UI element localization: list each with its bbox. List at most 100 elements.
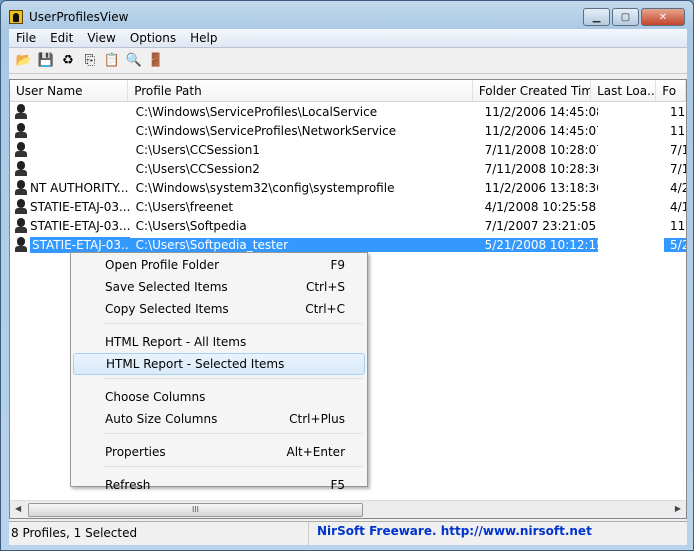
context-item-shortcut: F5	[330, 478, 345, 492]
context-item-choose-columns[interactable]: Choose Columns	[73, 386, 365, 408]
context-item-refresh[interactable]: Refresh F5	[73, 474, 365, 496]
context-menu: Open Profile Folder F9 Save Selected Items…	[70, 252, 368, 492]
copy-icon[interactable]: ⎘	[81, 52, 99, 70]
refresh-icon[interactable]: ♻	[59, 52, 77, 70]
context-item-label: HTML Report - Selected Items	[106, 357, 285, 371]
user-name: STATIE-ETAJ-03...	[30, 218, 130, 233]
user-icon	[15, 123, 27, 138]
user-name: NT AUTHORITY...	[30, 180, 129, 195]
properties-icon[interactable]: 📋	[103, 52, 121, 70]
column-header-4[interactable]: Fo	[656, 80, 686, 101]
context-item-label: Refresh	[105, 478, 151, 492]
context-item-label: Auto Size Columns	[105, 412, 218, 426]
exit-icon[interactable]: 🚪	[147, 52, 165, 70]
context-item-shortcut: Ctrl+Plus	[289, 412, 345, 426]
context-item-label: HTML Report - All Items	[105, 335, 247, 349]
menu-options[interactable]: Options	[123, 29, 183, 47]
cell-fo: 11,	[670, 218, 686, 233]
user-name: STATIE-ETAJ-03...	[30, 199, 130, 214]
table-row[interactable]: NT AUTHORITY... C:\Windows\system32\confi…	[10, 178, 686, 197]
cell-user	[10, 123, 130, 138]
user-icon	[15, 237, 27, 252]
close-button[interactable]: ✕	[641, 8, 685, 26]
menu-help[interactable]: Help	[183, 29, 224, 47]
cell-created: 11/2/2006 14:45:07	[484, 123, 599, 138]
menu-bar: File Edit View Options Help	[9, 29, 687, 48]
cell-fo: 11,	[670, 104, 686, 119]
column-header-1[interactable]: Profile Path	[128, 80, 473, 101]
scroll-right-icon[interactable]: ▶	[675, 504, 681, 513]
menu-edit[interactable]: Edit	[43, 29, 80, 47]
cell-user: STATIE-ETAJ-03...	[10, 199, 130, 214]
table-row[interactable]: C:\Windows\ServiceProfiles\NetworkServic…	[10, 121, 686, 140]
table-row[interactable]: C:\Users\CCSession1 7/11/2008 10:28:07 7/1	[10, 140, 686, 159]
find-icon[interactable]: 🔍	[125, 52, 143, 70]
cell-created: 5/21/2008 10:12:15	[478, 237, 599, 252]
cell-path: C:\Users\freenet	[135, 199, 234, 214]
minimize-button[interactable]: ▁	[583, 8, 610, 26]
cell-fo: 7/1	[670, 142, 686, 157]
save-icon[interactable]: 💾	[37, 52, 55, 70]
context-item-auto-size-columns[interactable]: Auto Size Columns Ctrl+Plus	[73, 408, 365, 430]
title-bar: UserProfilesView	[9, 7, 128, 27]
cell-fo: 4/1	[670, 199, 686, 214]
app-icon	[9, 10, 23, 24]
user-icon	[15, 104, 27, 119]
cell-path: C:\Users\CCSession1	[135, 142, 260, 157]
user-icon	[15, 161, 27, 176]
toolbar: 📂 💾 ♻ ⎘ 📋 🔍 🚪	[9, 48, 687, 74]
user-icon	[15, 142, 27, 157]
column-header-0[interactable]: User Name	[10, 80, 129, 101]
cell-fo: 5/2	[664, 237, 686, 252]
cell-user: NT AUTHORITY...	[10, 180, 130, 195]
context-item-properties[interactable]: Properties Alt+Enter	[73, 441, 365, 463]
window-title: UserProfilesView	[29, 10, 129, 24]
menu-separator	[103, 323, 363, 331]
user-icon	[15, 218, 27, 233]
table-row[interactable]: C:\Users\CCSession2 7/11/2008 10:28:30 7/1	[10, 159, 686, 178]
user-name: STATIE-ETAJ-03...	[30, 236, 130, 253]
cell-fo: 11,	[670, 123, 686, 138]
scroll-left-icon[interactable]: ◀	[15, 504, 21, 513]
column-header-2[interactable]: Folder Created Time	[473, 80, 592, 101]
menu-view[interactable]: View	[80, 29, 122, 47]
cell-created: 11/2/2006 14:45:08	[484, 104, 599, 119]
menu-separator	[103, 466, 363, 474]
menu-file[interactable]: File	[9, 29, 43, 47]
cell-created: 11/2/2006 13:18:36	[484, 180, 599, 195]
cell-created: 7/11/2008 10:28:30	[484, 161, 599, 176]
table-row[interactable]: C:\Windows\ServiceProfiles\LocalService 1…	[10, 102, 686, 121]
cell-created: 7/1/2007 23:21:05	[484, 218, 597, 233]
user-icon	[15, 199, 27, 214]
cell-fo: 4/2	[670, 180, 686, 195]
cell-created: 4/1/2008 10:25:58	[484, 199, 597, 214]
cell-path: C:\Windows\system32\config\systemprofile	[135, 180, 395, 195]
open-folder-icon[interactable]: 📂	[15, 52, 33, 70]
context-item-label: Open Profile Folder	[105, 258, 220, 272]
status-bar: 8 Profiles, 1 Selected NirSoft Freeware.…	[9, 521, 687, 545]
context-item-open-profile-folder[interactable]: Open Profile Folder F9	[73, 254, 365, 276]
nirsoft-link[interactable]: NirSoft Freeware. http://www.nirsoft.net	[309, 522, 600, 545]
horizontal-scrollbar[interactable]: ◀ III ▶	[10, 500, 686, 518]
context-item-label: Copy Selected Items	[105, 302, 229, 316]
context-item-label: Properties	[105, 445, 166, 459]
context-item-html-report-selected-items[interactable]: HTML Report - Selected Items	[73, 353, 365, 375]
table-row[interactable]: STATIE-ETAJ-03... C:\Users\Softpedia 7/1/2…	[10, 216, 686, 235]
context-item-label: Choose Columns	[105, 390, 206, 404]
context-item-shortcut: F9	[330, 258, 345, 272]
menu-separator	[103, 433, 363, 441]
menu-separator	[103, 378, 363, 386]
cell-user	[10, 142, 130, 157]
scrollbar-thumb[interactable]: III	[28, 503, 363, 517]
column-header-3[interactable]: Last Loa...	[591, 80, 657, 101]
context-item-copy-selected-items[interactable]: Copy Selected Items Ctrl+C	[73, 298, 365, 320]
status-count: 8 Profiles, 1 Selected	[9, 522, 309, 545]
context-item-html-report-all-items[interactable]: HTML Report - All Items	[73, 331, 365, 353]
maximize-button[interactable]: ▢	[612, 8, 639, 26]
cell-path: C:\Users\Softpedia	[135, 218, 247, 233]
user-icon	[15, 180, 27, 195]
cell-path: C:\Users\Softpedia_tester	[129, 237, 479, 252]
table-row[interactable]: STATIE-ETAJ-03... C:\Users\freenet 4/1/200…	[10, 197, 686, 216]
cell-user: STATIE-ETAJ-03...	[10, 218, 130, 233]
context-item-save-selected-items[interactable]: Save Selected Items Ctrl+S	[73, 276, 365, 298]
